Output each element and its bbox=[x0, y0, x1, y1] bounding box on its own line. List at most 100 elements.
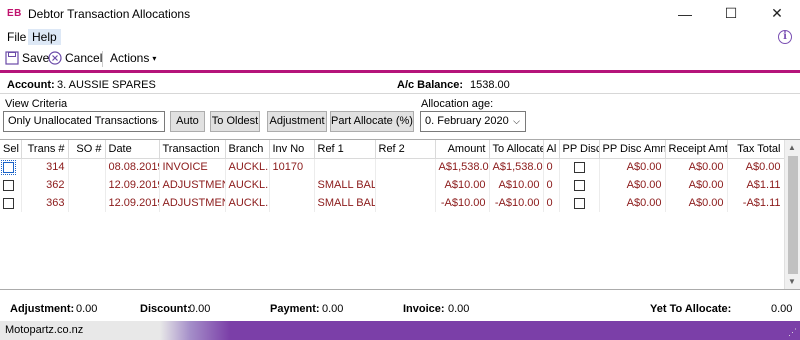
allocation-age-value: 0. February 2020 bbox=[425, 115, 509, 127]
row-select-checkbox[interactable] bbox=[3, 179, 14, 191]
cell-pp-disc[interactable] bbox=[559, 158, 600, 176]
cell-date: 12.09.2019 bbox=[105, 194, 160, 212]
cell-ref1 bbox=[314, 158, 376, 176]
pp-disc-checkbox[interactable] bbox=[573, 161, 585, 173]
cell-amount: A$10.00 bbox=[435, 176, 490, 194]
col-header-ref1[interactable]: Ref 1 bbox=[314, 140, 376, 159]
accent-divider bbox=[0, 70, 800, 73]
col-header-amount[interactable]: Amount bbox=[435, 140, 490, 159]
status-text: Motopartz.co.nz bbox=[5, 324, 84, 336]
table-row[interactable]: 363 12.09.2019 ADJUSTMENT AUCKL... SMALL… bbox=[0, 194, 785, 212]
scrollbar-thumb[interactable] bbox=[788, 156, 798, 274]
scroll-up-icon[interactable]: ▲ bbox=[788, 143, 796, 152]
resize-grip-icon[interactable]: ⋰ bbox=[788, 327, 797, 338]
transactions-table: Sel Trans # SO # Date Transaction Branch… bbox=[0, 140, 785, 212]
close-button[interactable]: ✕ bbox=[754, 0, 800, 27]
cell-branch: AUCKL... bbox=[225, 194, 270, 212]
adjustment-button[interactable]: Adjustment bbox=[267, 111, 327, 132]
col-header-so[interactable]: SO # bbox=[68, 140, 106, 159]
part-allocate-button[interactable]: Part Allocate (%) bbox=[330, 111, 414, 132]
row-select-cell[interactable] bbox=[0, 158, 22, 176]
cell-pp-disc[interactable] bbox=[559, 194, 600, 212]
title-bar: EB Debtor Transaction Allocations — ☐ ✕ bbox=[0, 0, 800, 27]
account-value: 3. AUSSIE SPARES bbox=[57, 79, 156, 91]
col-header-sel[interactable]: Sel bbox=[0, 140, 22, 159]
cell-trans: 363 bbox=[21, 194, 69, 212]
row-select-cell[interactable] bbox=[0, 176, 22, 194]
cell-tax-total: -A$1.11 bbox=[727, 194, 785, 212]
col-header-pp-disc[interactable]: PP Disc bbox=[559, 140, 600, 159]
cell-to-allocate[interactable]: A$1,538.00 bbox=[489, 158, 544, 176]
col-header-trans[interactable]: Trans # bbox=[21, 140, 69, 159]
row-select-checkbox[interactable] bbox=[3, 197, 14, 209]
cancel-button[interactable]: Cancel bbox=[48, 51, 102, 65]
col-header-date[interactable]: Date bbox=[105, 140, 160, 159]
menu-file[interactable]: File bbox=[7, 30, 26, 44]
menu-help[interactable]: Help bbox=[28, 29, 61, 45]
minimize-icon: — bbox=[678, 5, 692, 22]
cancel-label: Cancel bbox=[65, 51, 103, 65]
close-icon: ✕ bbox=[771, 5, 783, 21]
pp-disc-checkbox[interactable] bbox=[573, 179, 585, 191]
scroll-down-icon[interactable]: ▼ bbox=[788, 277, 796, 286]
toolbar: Save Cancel Actions ▾ bbox=[0, 48, 800, 70]
cell-date: 08.08.2019 bbox=[105, 158, 160, 176]
auto-button[interactable]: Auto bbox=[170, 111, 205, 132]
payment-total-label: Payment: bbox=[270, 303, 320, 315]
cell-pp-disc[interactable] bbox=[559, 176, 600, 194]
view-criteria-value: Only Unallocated Transactions bbox=[8, 115, 158, 127]
balance-label: A/c Balance: bbox=[397, 79, 464, 91]
cell-receipt-amt: A$0.00 bbox=[665, 194, 728, 212]
col-header-to-allocate[interactable]: To Allocate bbox=[489, 140, 544, 159]
info-icon[interactable]: i bbox=[778, 30, 792, 44]
col-header-al[interactable]: Al bbox=[543, 140, 560, 159]
account-row: Account: 3. AUSSIE SPARES A/c Balance: 1… bbox=[0, 74, 800, 94]
col-header-pp-disc-amnt[interactable]: PP Disc Amnt bbox=[599, 140, 666, 159]
cell-al: 0 bbox=[543, 194, 560, 212]
allocation-age-select[interactable]: 0. February 2020 ⌵ bbox=[420, 111, 526, 132]
cell-tax-total: A$1.11 bbox=[727, 176, 785, 194]
to-oldest-button[interactable]: To Oldest bbox=[210, 111, 260, 132]
col-header-receipt-amt[interactable]: Receipt Amt bbox=[665, 140, 728, 159]
table-row[interactable]: 362 12.09.2019 ADJUSTMENT AUCKL... SMALL… bbox=[0, 176, 785, 194]
cell-trans: 314 bbox=[21, 158, 69, 176]
save-label: Save bbox=[22, 51, 50, 65]
col-header-tax-total[interactable]: Tax Total bbox=[727, 140, 785, 159]
maximize-button[interactable]: ☐ bbox=[708, 0, 754, 27]
view-criteria-select[interactable]: Only Unallocated Transactions ⌵ bbox=[3, 111, 165, 132]
save-button[interactable]: Save bbox=[5, 51, 49, 65]
table-row[interactable]: 314 08.08.2019 INVOICE AUCKL... 10170 A$… bbox=[0, 158, 785, 176]
row-select-checkbox[interactable] bbox=[1, 159, 16, 175]
transactions-grid: Sel Trans # SO # Date Transaction Branch… bbox=[0, 139, 800, 290]
cell-to-allocate[interactable]: -A$10.00 bbox=[489, 194, 544, 212]
pp-disc-checkbox[interactable] bbox=[573, 197, 585, 209]
save-icon bbox=[5, 51, 19, 65]
cell-inv-no bbox=[269, 194, 315, 212]
cell-ref1: SMALL BAL bbox=[314, 176, 376, 194]
col-header-branch[interactable]: Branch bbox=[225, 140, 270, 159]
cancel-icon bbox=[48, 51, 62, 65]
yet-to-allocate-value: 0.00 bbox=[771, 303, 793, 315]
minimize-button[interactable]: — bbox=[662, 0, 708, 27]
actions-menu-button[interactable]: Actions ▾ bbox=[110, 51, 156, 65]
toolbar-separator bbox=[102, 51, 103, 67]
cell-ref1: SMALL BAL bbox=[314, 194, 376, 212]
window-title: Debtor Transaction Allocations bbox=[28, 7, 191, 21]
vertical-scrollbar[interactable]: ▲ ▼ bbox=[784, 140, 800, 289]
discount-total-value: 0.00 bbox=[189, 303, 211, 315]
cell-transaction: ADJUSTMENT bbox=[159, 194, 226, 212]
row-select-cell[interactable] bbox=[0, 194, 22, 212]
col-header-ref2[interactable]: Ref 2 bbox=[375, 140, 436, 159]
cell-pp-disc-amnt: A$0.00 bbox=[599, 158, 666, 176]
cell-transaction: ADJUSTMENT bbox=[159, 176, 226, 194]
col-header-transaction[interactable]: Transaction bbox=[159, 140, 226, 159]
balance-value: 1538.00 bbox=[470, 79, 510, 91]
cell-so bbox=[68, 176, 106, 194]
cell-to-allocate[interactable]: A$10.00 bbox=[489, 176, 544, 194]
col-header-inv-no[interactable]: Inv No bbox=[269, 140, 315, 159]
view-criteria-label: View Criteria bbox=[5, 98, 68, 110]
chevron-down-icon: ⌵ bbox=[513, 116, 520, 126]
allocation-age-label: Allocation age: bbox=[421, 98, 494, 110]
cell-so bbox=[68, 194, 106, 212]
yet-to-allocate-label: Yet To Allocate: bbox=[650, 303, 732, 315]
